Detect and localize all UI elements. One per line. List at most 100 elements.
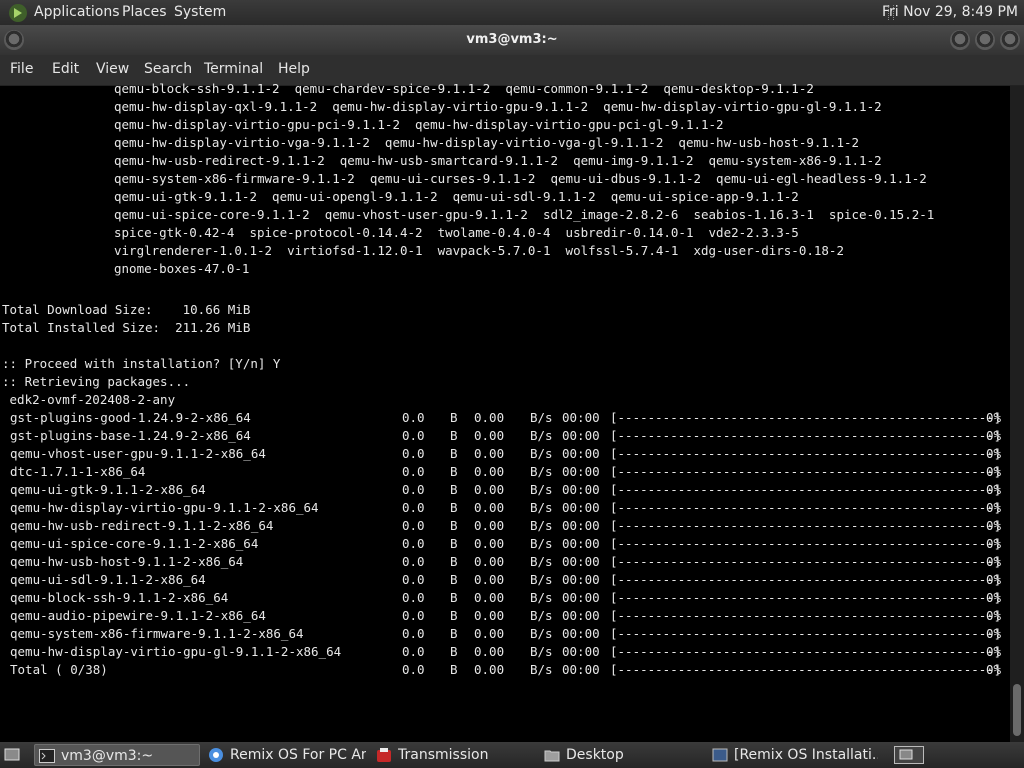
download-rate-unit: B/s — [530, 536, 553, 551]
download-size: 0.0 — [402, 572, 425, 587]
download-size: 0.0 — [402, 500, 425, 515]
download-rate: 0.00 — [474, 626, 505, 641]
download-rate-unit: B/s — [530, 626, 553, 641]
top-panel: Applications Places System Fri Nov 29, 8… — [0, 0, 1024, 25]
places-menu[interactable]: Places — [122, 4, 167, 21]
package-list-line: gnome-boxes-47.0-1 — [114, 261, 250, 276]
workspace-switcher-icon[interactable] — [894, 746, 924, 764]
terminal-scrollbar[interactable] — [1010, 86, 1024, 742]
download-row: qemu-ui-sdl-9.1.1-2-x86_64 0.0 B 0.00 B/s 00:… — [0, 571, 1010, 589]
download-rate-unit: B/s — [530, 608, 553, 623]
download-rate-unit: B/s — [530, 482, 553, 497]
menu-terminal[interactable]: Terminal — [204, 61, 263, 78]
download-name: qemu-hw-usb-host-9.1.1-2-x86_64 — [10, 554, 244, 569]
download-percent: 0% — [986, 644, 1002, 659]
download-row: qemu-ui-gtk-9.1.1-2-x86_64 0.0 B 0.00 B/s 00:… — [0, 481, 1010, 499]
download-rate: 0.00 — [474, 554, 505, 569]
taskbar-item-remix-installation[interactable]: [Remix OS Installati... — [708, 744, 882, 766]
download-progress-bar: [---------------------------------------… — [610, 500, 1002, 515]
download-rate: 0.00 — [474, 500, 505, 515]
download-name: qemu-block-ssh-9.1.1-2-x86_64 — [10, 590, 229, 605]
taskbar-item-remix-browser[interactable]: Remix OS For PC An... — [204, 744, 366, 766]
download-unit: B — [450, 500, 458, 515]
download-name: qemu-hw-display-virtio-gpu-gl-9.1.1-2-x8… — [10, 644, 342, 659]
download-rate: 0.00 — [474, 536, 505, 551]
download-rate: 0.00 — [474, 464, 505, 479]
download-row: qemu-block-ssh-9.1.1-2-x86_64 0.0 B 0.00 B/s… — [0, 589, 1010, 607]
download-row: dtc-1.7.1-1-x86_64 0.0 B 0.00 B/s 00:00 [-----… — [0, 463, 1010, 481]
download-percent: 0% — [986, 518, 1002, 533]
menu-file[interactable]: File — [10, 61, 33, 78]
taskbar-item-label: Desktop — [566, 747, 624, 763]
taskbar-item-desktop[interactable]: Desktop — [540, 744, 704, 766]
download-name: qemu-ui-gtk-9.1.1-2-x86_64 — [10, 482, 206, 497]
window-titlebar[interactable]: vm3@vm3:~ — [0, 25, 1024, 55]
download-percent: 0% — [986, 428, 1002, 443]
download-progress-bar: [---------------------------------------… — [610, 626, 1002, 641]
download-name: qemu-hw-usb-redirect-9.1.1-2-x86_64 — [10, 518, 274, 533]
download-progress-bar: [---------------------------------------… — [610, 410, 1002, 425]
download-name: qemu-ui-spice-core-9.1.1-2-x86_64 — [10, 536, 259, 551]
download-name: gst-plugins-base-1.24.9-2-x86_64 — [10, 428, 251, 443]
menu-help[interactable]: Help — [278, 61, 310, 78]
download-progress-bar: [---------------------------------------… — [610, 572, 1002, 587]
minimize-button[interactable] — [950, 30, 970, 50]
taskbar-item-terminal[interactable]: vm3@vm3:~ — [34, 744, 200, 766]
download-time: 00:00 — [562, 572, 600, 587]
download-time: 00:00 — [562, 428, 600, 443]
download-unit: B — [450, 626, 458, 641]
taskbar-item-transmission[interactable]: Transmission — [372, 744, 536, 766]
maximize-button[interactable] — [975, 30, 995, 50]
download-time: 00:00 — [562, 464, 600, 479]
show-desktop-icon[interactable] — [4, 747, 20, 763]
download-percent: 0% — [986, 536, 1002, 551]
download-row: qemu-ui-spice-core-9.1.1-2-x86_64 0.0 B 0.0… — [0, 535, 1010, 553]
terminal-output[interactable]: qemu-block-ssh-9.1.1-2 qemu-chardev-spic… — [0, 81, 1010, 742]
download-rate-unit: B/s — [530, 500, 553, 515]
download-rate-unit: B/s — [530, 410, 553, 425]
download-percent: 0% — [986, 590, 1002, 605]
download-progress-bar: [---------------------------------------… — [610, 428, 1002, 443]
download-percent: 0% — [986, 572, 1002, 587]
system-menu[interactable]: System — [174, 4, 226, 21]
download-rate-unit: B/s — [530, 518, 553, 533]
download-size: 0.0 — [402, 464, 425, 479]
transmission-icon — [377, 748, 391, 762]
download-row: qemu-hw-usb-host-9.1.1-2-x86_64 0.0 B 0.00 B… — [0, 553, 1010, 571]
menu-view[interactable]: View — [96, 61, 129, 78]
download-name: qemu-vhost-user-gpu-9.1.1-2-x86_64 — [10, 446, 266, 461]
package-list-line: virglrenderer-1.0.1-2 virtiofsd-1.12.0-1… — [114, 243, 844, 258]
download-time: 00:00 — [562, 500, 600, 515]
terminal-icon — [39, 749, 55, 763]
menu-edit[interactable]: Edit — [52, 61, 79, 78]
download-size: 0.0 — [402, 626, 425, 641]
download-unit: B — [450, 662, 458, 677]
download-percent: 0% — [986, 410, 1002, 425]
mate-menu-logo-icon[interactable] — [8, 3, 28, 23]
download-unit: B — [450, 590, 458, 605]
download-time: 00:00 — [562, 644, 600, 659]
download-progress-bar: [---------------------------------------… — [610, 608, 1002, 623]
download-size: 0.0 — [402, 554, 425, 569]
download-time: 00:00 — [562, 410, 600, 425]
taskbar: vm3@vm3:~ Remix OS For PC An... Transmis… — [0, 742, 1024, 768]
download-progress-bar: [---------------------------------------… — [610, 644, 1002, 659]
menu-search[interactable]: Search — [144, 61, 192, 78]
scrollbar-thumb[interactable] — [1013, 684, 1021, 736]
download-rate: 0.00 — [474, 410, 505, 425]
package-list-line: qemu-hw-display-virtio-gpu-pci-9.1.1-2 q… — [114, 117, 724, 132]
download-unit: B — [450, 536, 458, 551]
download-size: 0.0 — [402, 644, 425, 659]
download-size: 0.0 — [402, 536, 425, 551]
download-time: 00:00 — [562, 518, 600, 533]
chrome-icon — [209, 748, 223, 762]
download-time: 00:00 — [562, 590, 600, 605]
download-size: 0.0 — [402, 410, 425, 425]
applications-menu[interactable]: Applications — [34, 4, 120, 21]
package-list-line: qemu-hw-usb-redirect-9.1.1-2 qemu-hw-usb… — [114, 153, 882, 168]
download-time: 00:00 — [562, 446, 600, 461]
close-button[interactable] — [1000, 30, 1020, 50]
clock[interactable]: Fri Nov 29, 8:49 PM — [882, 4, 1018, 21]
download-unit: B — [450, 446, 458, 461]
download-name: Total ( 0/38) — [10, 662, 108, 677]
